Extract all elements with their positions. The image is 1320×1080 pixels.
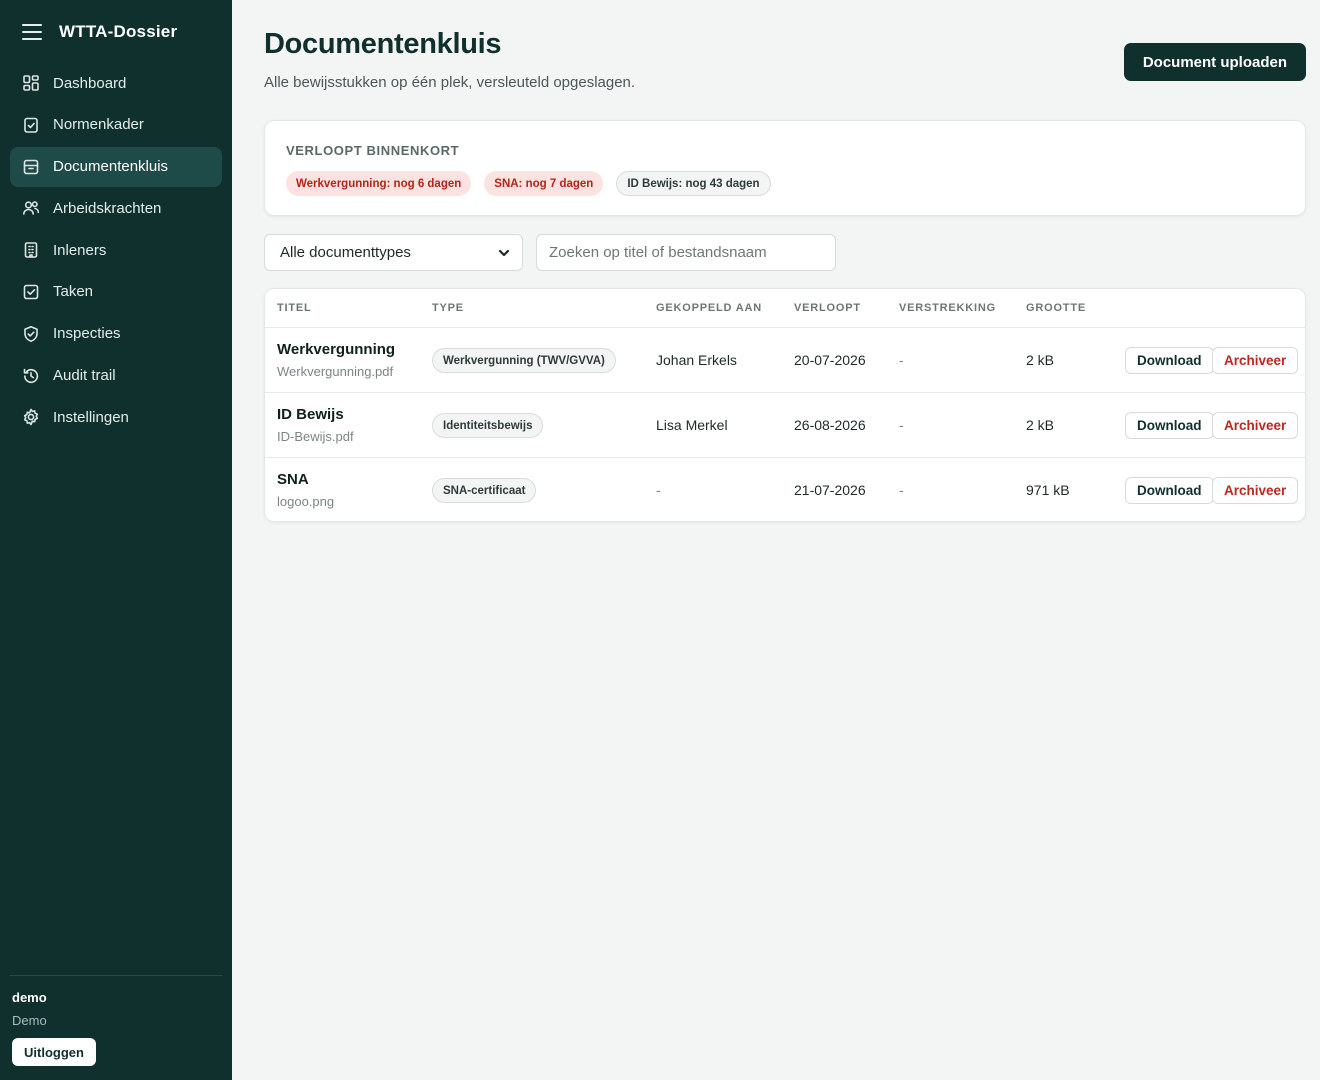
document-type-select-value: Alle documenttypes bbox=[280, 244, 411, 261]
sidebar-item-audit-trail[interactable]: Audit trail bbox=[10, 356, 222, 396]
issued-date: - bbox=[899, 482, 904, 498]
sidebar-item-label: Inspecties bbox=[53, 325, 121, 343]
column-header-size: GROOTTE bbox=[1026, 302, 1086, 314]
document-filename: logoo.png bbox=[277, 494, 335, 509]
shield-check-icon bbox=[22, 325, 40, 343]
sidebar-item-documentenkluis[interactable]: Documentenkluis bbox=[10, 146, 222, 187]
menu-icon[interactable] bbox=[22, 24, 42, 40]
issued-date: - bbox=[899, 417, 904, 433]
document-title: SNA bbox=[277, 471, 309, 488]
expiring-chip: SNA: nog 7 dagen bbox=[484, 171, 604, 196]
document-type-badge: Werkvergunning (TWV/GVVA) bbox=[432, 348, 616, 373]
document-type-badge: Identiteitsbewijs bbox=[432, 413, 544, 438]
sidebar-item-inleners[interactable]: Inleners bbox=[10, 230, 222, 270]
documents-table: TITEL TYPE GEKOPPELD AAN VERLOOPT VERSTR… bbox=[264, 288, 1306, 522]
brand-name: WTTA-Dossier bbox=[59, 22, 178, 41]
building-icon bbox=[22, 241, 40, 259]
chevron-down-icon bbox=[498, 249, 510, 256]
expires-date: 21-07-2026 bbox=[794, 482, 866, 498]
sidebar-item-label: Normenkader bbox=[53, 116, 144, 134]
sidebar-item-dashboard[interactable]: Dashboard bbox=[10, 63, 222, 103]
linked-to: Lisa Merkel bbox=[656, 417, 728, 433]
document-title: Werkvergunning bbox=[277, 341, 396, 358]
archive-icon bbox=[22, 158, 40, 176]
column-header-type: TYPE bbox=[432, 302, 464, 314]
table-row: SNA logoo.png SNA-certificaat - 21-07-20… bbox=[265, 458, 1305, 521]
search-input[interactable] bbox=[536, 234, 836, 271]
table-row: Werkvergunning Werkvergunning.pdf Werkve… bbox=[265, 328, 1305, 393]
expiring-soon-card: VERLOOPT BINNENKORT Werkvergunning: nog … bbox=[264, 120, 1306, 216]
sidebar-item-arbeidskrachten[interactable]: Arbeidskrachten bbox=[10, 188, 222, 228]
sidebar-item-label: Audit trail bbox=[53, 367, 116, 385]
column-header-expires: VERLOOPT bbox=[794, 302, 861, 314]
sidebar-item-taken[interactable]: Taken bbox=[10, 272, 222, 312]
sidebar-item-instellingen[interactable]: Instellingen bbox=[10, 397, 222, 437]
page-title: Documentenkluis bbox=[264, 28, 502, 60]
issued-date: - bbox=[899, 352, 904, 368]
download-button[interactable]: Download bbox=[1125, 347, 1214, 374]
file-size: 2 kB bbox=[1026, 417, 1055, 433]
page-subtitle: Alle bewijsstukken op één plek, versleut… bbox=[264, 74, 636, 91]
file-size: 971 kB bbox=[1026, 482, 1070, 498]
filters: Alle documenttypes bbox=[264, 234, 836, 271]
user-role: Demo bbox=[12, 1013, 47, 1028]
file-size: 2 kB bbox=[1026, 352, 1055, 368]
column-header-issued: VERSTREKKING bbox=[899, 302, 996, 314]
brand: WTTA-Dossier bbox=[22, 20, 177, 44]
sidebar-item-label: Documentenkluis bbox=[53, 158, 169, 176]
document-type-badge: SNA-certificaat bbox=[432, 478, 537, 503]
clipboard-check-icon bbox=[22, 116, 40, 134]
expiring-chips: Werkvergunning: nog 6 dagen SNA: nog 7 d… bbox=[286, 171, 784, 196]
archive-button[interactable]: Archiveer bbox=[1212, 347, 1299, 374]
sidebar-item-label: Arbeidskrachten bbox=[53, 199, 162, 217]
users-icon bbox=[22, 199, 40, 217]
document-type-select[interactable]: Alle documenttypes bbox=[264, 234, 523, 271]
sidebar-item-normenkader[interactable]: Normenkader bbox=[10, 105, 222, 145]
archive-button[interactable]: Archiveer bbox=[1212, 477, 1299, 504]
user-name: demo bbox=[12, 990, 47, 1005]
table-row: ID Bewijs ID-Bewijs.pdf Identiteitsbewij… bbox=[265, 393, 1305, 458]
column-header-title: TITEL bbox=[277, 302, 312, 314]
grid-icon bbox=[22, 74, 40, 92]
download-button[interactable]: Download bbox=[1125, 412, 1214, 439]
expiring-heading: VERLOOPT BINNENKORT bbox=[286, 143, 460, 158]
gear-icon bbox=[22, 408, 40, 426]
logout-button[interactable]: Uitloggen bbox=[12, 1038, 96, 1066]
column-header-linked: GEKOPPELD AAN bbox=[656, 302, 762, 314]
sidebar-item-label: Dashboard bbox=[53, 74, 127, 92]
expires-date: 26-08-2026 bbox=[794, 417, 866, 433]
upload-document-button[interactable]: Document uploaden bbox=[1123, 43, 1306, 81]
sidebar-item-label: Taken bbox=[53, 283, 94, 301]
sidebar-nav: Dashboard Normenkader Documentenkluis Ar… bbox=[10, 63, 222, 439]
expires-date: 20-07-2026 bbox=[794, 352, 866, 368]
sidebar-item-label: Inleners bbox=[53, 241, 107, 259]
table-header: TITEL TYPE GEKOPPELD AAN VERLOOPT VERSTR… bbox=[265, 289, 1305, 328]
linked-to: Johan Erkels bbox=[656, 352, 737, 368]
archive-button[interactable]: Archiveer bbox=[1212, 412, 1299, 439]
sidebar-footer: demo Demo Uitloggen bbox=[10, 975, 222, 1080]
download-button[interactable]: Download bbox=[1125, 477, 1214, 504]
linked-to: - bbox=[656, 482, 661, 498]
checkbox-icon bbox=[22, 283, 40, 301]
document-title: ID Bewijs bbox=[277, 406, 344, 423]
history-icon bbox=[22, 367, 40, 385]
sidebar-item-label: Instellingen bbox=[53, 408, 129, 426]
sidebar-item-inspecties[interactable]: Inspecties bbox=[10, 314, 222, 354]
expiring-chip: ID Bewijs: nog 43 dagen bbox=[616, 171, 771, 196]
sidebar: WTTA-Dossier Dashboard Normenkader Docum… bbox=[0, 0, 232, 1080]
expiring-chip: Werkvergunning: nog 6 dagen bbox=[286, 171, 472, 196]
document-filename: ID-Bewijs.pdf bbox=[277, 429, 354, 444]
document-filename: Werkvergunning.pdf bbox=[277, 364, 394, 379]
